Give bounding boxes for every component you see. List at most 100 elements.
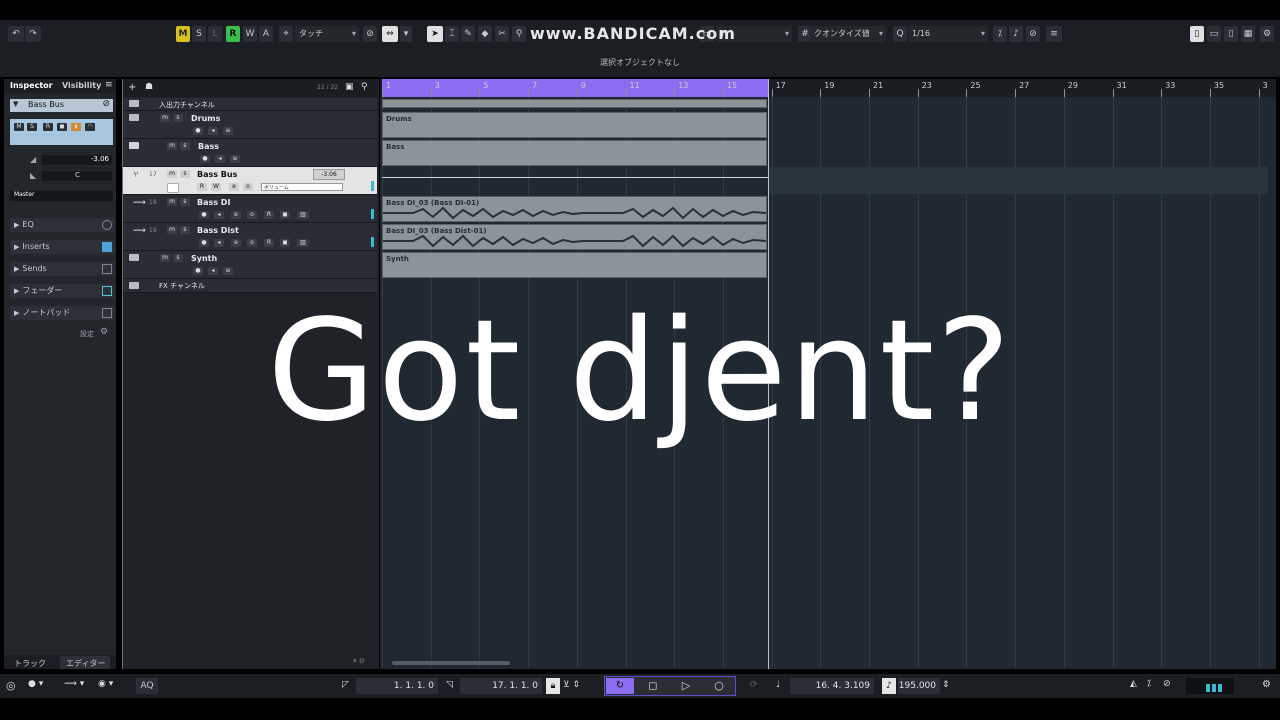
metronome-icon[interactable]: ◭: [1130, 679, 1137, 689]
write-icon[interactable]: ◼: [280, 239, 290, 247]
constrain-delay-icon[interactable]: ◎: [6, 679, 16, 692]
bass-dist-clip[interactable]: Bass DI_03 (Bass Dist-01): [382, 224, 767, 250]
click-settings-icon[interactable]: ⁒: [1147, 679, 1151, 689]
track-checkbox[interactable]: [167, 183, 179, 193]
quantize-panel-icon[interactable]: ≡: [1046, 26, 1062, 42]
tempo-stepper-icon[interactable]: ⇕: [942, 680, 950, 690]
tempo-track-icon[interactable]: ♪: [882, 678, 896, 694]
write-icon[interactable]: ◼: [280, 211, 290, 219]
mute-button[interactable]: m: [160, 114, 170, 122]
list-icon[interactable]: ≡: [223, 267, 233, 275]
io-folder-clip[interactable]: [382, 99, 767, 108]
bass-di-clip[interactable]: Bass DI_03 (Bass DI-01): [382, 196, 767, 222]
solo-button[interactable]: s: [180, 170, 190, 178]
zoom-icon[interactable]: ▾ ⚙: [353, 657, 365, 665]
edit-icon[interactable]: e: [231, 211, 241, 219]
write-automation-button[interactable]: W: [243, 26, 257, 42]
ruler[interactable]: 1 3 5 7 9 11 13 15 17 19 21 23 25 27 29 31 33 35 3: [380, 79, 1276, 97]
monitor-icon[interactable]: ◂: [214, 239, 224, 247]
monitor-icon[interactable]: ◂: [214, 211, 224, 219]
lock-icon[interactable]: o: [247, 239, 257, 247]
redo-icon[interactable]: ↷: [25, 26, 41, 42]
cycle-range[interactable]: [382, 79, 768, 97]
mute-button[interactable]: m: [167, 226, 177, 234]
tempo-field[interactable]: 195.000: [898, 678, 940, 694]
automation-param-select[interactable]: ボリューム: [261, 183, 343, 191]
right-locator-field[interactable]: 17. 1. 1. 0: [460, 678, 542, 694]
track-bass[interactable]: m s Bass ● ◂ ≡: [123, 139, 377, 167]
track-drums[interactable]: m s Drums ● ◂ ≡: [123, 111, 377, 139]
monitor-icon[interactable]: o: [243, 183, 253, 191]
quantize-reset-icon[interactable]: ⊘: [1026, 26, 1040, 42]
add-track-options-icon[interactable]: ☗: [145, 82, 153, 92]
synth-folder-clip[interactable]: Synth: [382, 252, 767, 278]
glue-tool-icon[interactable]: ⚲: [512, 26, 526, 42]
right-zone-icon[interactable]: ▯: [1224, 26, 1238, 42]
solo-button[interactable]: s: [180, 226, 190, 234]
track-bass-dist[interactable]: ⟿ 19 m s Bass Dist ● ◂ e o R ◼ ▥: [123, 223, 377, 251]
stop-icon[interactable]: ◻: [643, 678, 663, 694]
read-button[interactable]: R: [264, 239, 274, 247]
track-bass-di[interactable]: ⟿ 18 m s Bass DI ● ◂ e o R ◼ ▥: [123, 195, 377, 223]
tab-inspector[interactable]: Inspector: [10, 81, 53, 90]
volume-field[interactable]: -3.06: [313, 169, 345, 180]
tab-editor[interactable]: エディター: [66, 658, 105, 669]
monitor-icon[interactable]: ◂: [215, 155, 225, 163]
track-bass-bus[interactable]: ⑂ 17 m s Bass Bus -3.06 R W e o ボリューム: [123, 167, 377, 195]
lanes-icon[interactable]: ▥: [297, 239, 309, 247]
solo-button[interactable]: s: [180, 198, 190, 206]
edit-mode-icon[interactable]: ⇔: [382, 26, 398, 42]
listen-mode-button[interactable]: L: [208, 26, 222, 42]
left-locator-field[interactable]: 1. 1. 1. 0: [356, 678, 438, 694]
record-icon[interactable]: ●: [193, 267, 203, 275]
quantize-type-select[interactable]: クオンタイズ値: [810, 26, 886, 42]
edit-channel-icon[interactable]: ⊘: [102, 99, 110, 109]
edit-icon[interactable]: e: [231, 239, 241, 247]
quantize-value-select[interactable]: 1/16: [908, 26, 988, 42]
write-button[interactable]: W: [211, 183, 221, 191]
inspector-solo-button[interactable]: S: [27, 123, 37, 131]
tab-track[interactable]: トラック: [14, 658, 46, 669]
section-eq[interactable]: ▶ EQ: [10, 218, 115, 232]
split-tool-icon[interactable]: ✂: [495, 26, 509, 42]
mute-button[interactable]: m: [160, 254, 170, 262]
add-track-icon[interactable]: +: [128, 82, 136, 93]
record-icon[interactable]: ●: [199, 211, 209, 219]
read-automation-button[interactable]: R: [226, 26, 240, 42]
inspector-track-header[interactable]: ▼ Bass Bus ⊘: [10, 99, 113, 112]
lock-icon[interactable]: 🔒︎: [546, 678, 560, 694]
inspector-mute-button[interactable]: M: [14, 123, 24, 131]
track-synth[interactable]: m s Synth ● ◂ ≡: [123, 251, 377, 279]
record-mode-icon[interactable]: ● ▾: [28, 679, 43, 689]
inspector-monitor-button[interactable]: ◼: [57, 123, 67, 131]
mute-button[interactable]: m: [167, 142, 177, 150]
transport-settings-icon[interactable]: ⚙: [1262, 679, 1271, 690]
record-icon[interactable]: ●: [199, 239, 209, 247]
settings-gear-icon[interactable]: ⚙: [1260, 26, 1274, 42]
list-icon[interactable]: ≡: [230, 155, 240, 163]
previous-marker-icon[interactable]: ⟳: [750, 680, 758, 690]
list-icon[interactable]: ≡: [223, 127, 233, 135]
fader-display[interactable]: -3.06: [42, 155, 112, 165]
track-visibility-icon[interactable]: ▣: [345, 82, 354, 92]
horizontal-scrollbar[interactable]: [392, 661, 510, 665]
inspector-read-button[interactable]: R: [43, 123, 53, 131]
edit-mode-dropdown-icon[interactable]: ▾: [400, 26, 412, 42]
track-io-channels[interactable]: 入出力チャンネル: [123, 98, 377, 111]
record-icon[interactable]: ○: [709, 678, 729, 694]
mute-button[interactable]: m: [167, 198, 177, 206]
solo-button[interactable]: s: [173, 114, 183, 122]
solo-button[interactable]: s: [180, 142, 190, 150]
mute-button[interactable]: m: [167, 170, 177, 178]
iterative-quantize-icon[interactable]: ⁒: [993, 26, 1007, 42]
link-icon[interactable]: ⊘: [363, 26, 377, 42]
read-button[interactable]: R: [264, 211, 274, 219]
pointer-tool-icon[interactable]: ➤: [427, 26, 443, 42]
position-display[interactable]: 16. 4. 3.109: [790, 678, 874, 694]
tab-visibility[interactable]: Visibility: [62, 81, 101, 90]
inspector-monitor-icon[interactable]: ◠: [85, 123, 95, 131]
audio-performance-icon[interactable]: ⟿ ▾: [64, 679, 84, 689]
left-locator-icon[interactable]: ◸: [342, 680, 349, 690]
solo-mode-button[interactable]: S: [192, 26, 206, 42]
bass-folder-clip[interactable]: Bass: [382, 140, 767, 166]
